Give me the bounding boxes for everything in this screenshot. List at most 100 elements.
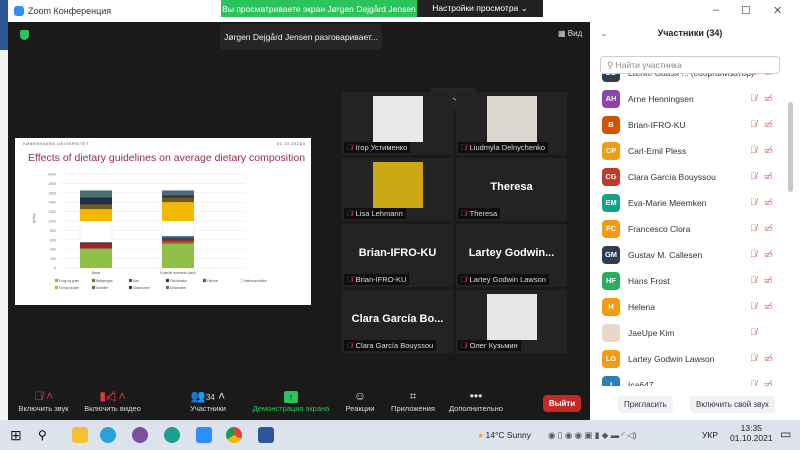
participant-list-scrollbar[interactable] — [788, 102, 793, 192]
video-tile[interactable]: Theresa 🎙̸ Theresa — [456, 158, 567, 221]
zoom-logo-icon — [14, 6, 24, 16]
search-placeholder: Найти участника — [615, 60, 682, 70]
video-tile[interactable]: Clara García Bo... 🎙̸ Clara García Bouysso… — [342, 290, 453, 353]
notifications-icon[interactable]: ▭ — [780, 427, 791, 441]
telegram-icon[interactable] — [100, 427, 116, 443]
participants-count: 34 — [205, 393, 215, 402]
share-screen-button[interactable]: ↑ Демонстрация экрана — [251, 388, 331, 413]
security-shield-icon[interactable] — [20, 30, 29, 40]
language-indicator[interactable]: УКР — [702, 430, 718, 440]
participant-item[interactable]: B Brian-IFRO-KU 🎙̸ ▭̸ — [590, 113, 786, 139]
video-tile[interactable]: 🎙̸ Ігор Устименко — [342, 92, 453, 155]
avatar: H — [602, 298, 620, 316]
participants-button[interactable]: 👥34 ˄ Участники — [183, 388, 233, 413]
legend-swatch — [91, 278, 96, 283]
maximize-button[interactable]: ☐ — [741, 4, 751, 17]
participant-item[interactable]: JaeUpe Kim 🎙̸ — [590, 321, 786, 347]
video-tile[interactable]: Brian-IFRO-KU 🎙̸ Brian-IFRO-KU — [342, 224, 453, 287]
participant-item[interactable]: CP Carl-Emil Pless 🎙̸ ▭̸ — [590, 139, 786, 165]
reactions-button[interactable]: ☺ Реакции — [340, 388, 380, 413]
legend-swatch — [165, 285, 170, 290]
legend-swatch — [239, 278, 244, 283]
chrome-icon[interactable] — [226, 427, 242, 443]
video-gallery: 🎙̸ Ігор Устименко 🎙̸ Liudmyla Delnychenko 🎙̸… — [342, 92, 568, 382]
participant-item[interactable]: LG Lærke Gausx ... (соорганизатор) 🎙̸ ▭̸ — [590, 74, 786, 87]
view-button[interactable]: ▦ Вид — [558, 29, 582, 38]
tile-name-label: 🎙̸ Lisa Lehmann — [344, 208, 406, 219]
video-tile[interactable]: 🎙̸ Lisa Lehmann — [342, 158, 453, 221]
system-tray-icons[interactable]: ◉ ▯ ◉ ◉ ▣ ▮ ◆ ▬ ◜ ◁) — [548, 430, 637, 441]
tile-display-name: Theresa — [490, 181, 533, 193]
unmute-label: Включить звук — [18, 404, 69, 413]
tile-name: Lartey Godwin Lawson — [469, 275, 546, 284]
file-explorer-icon[interactable] — [72, 427, 88, 443]
participant-photo — [487, 96, 537, 142]
view-label: Вид — [567, 29, 583, 38]
view-options-button[interactable]: Настройки просмотра ⌄ — [417, 0, 543, 17]
participant-search-input[interactable]: ⚲ Найти участника — [600, 56, 780, 74]
tile-name-label: 🎙̸ Liudmyla Delnychenko — [458, 142, 549, 153]
tile-name: Liudmyla Delnychenko — [469, 143, 546, 152]
tile-name: Олег Кузьмин — [469, 341, 518, 350]
mic-muted-icon: 🎙̸ ˄ — [33, 389, 54, 403]
avatar: AH — [602, 90, 620, 108]
participant-photo — [373, 162, 423, 208]
apps-label: Приложения — [391, 404, 435, 413]
participant-item[interactable]: CG Clara García Bouyssou 🎙̸ ▭̸ — [590, 165, 786, 191]
mic-muted-icon: 🎙̸ — [750, 379, 757, 386]
more-button[interactable]: ••• Дополнительно — [446, 388, 506, 413]
participant-item[interactable]: I Ica647 🎙̸ ▭̸ — [590, 373, 786, 386]
leave-button[interactable]: Выйти — [543, 395, 581, 412]
participant-item[interactable]: HF Hans Frost 🎙̸ ▭̸ — [590, 269, 786, 295]
legend-swatch — [165, 278, 170, 283]
participants-title: Участники (34) — [657, 28, 723, 38]
minimize-button[interactable]: – — [713, 4, 719, 16]
word-icon[interactable] — [258, 427, 274, 443]
bar-segment — [162, 202, 194, 221]
active-speaker-label: Jørgen Dejgård Jensen разговаривает... — [220, 24, 382, 50]
edge-icon[interactable] — [164, 427, 180, 443]
apps-button[interactable]: ⌗ Приложения — [388, 388, 438, 413]
legend-label: Frugt og grønt — [59, 279, 79, 283]
tile-name-label: 🎙̸ Ігор Устименко — [344, 142, 411, 153]
avatar: CP — [602, 142, 620, 160]
participant-item[interactable]: LG Lartey Godwin Lawson 🎙̸ ▭̸ — [590, 347, 786, 373]
participant-item[interactable]: GM Gustav M. Callesen 🎙̸ ▭̸ — [590, 243, 786, 269]
invite-button[interactable]: Пригласить — [618, 396, 673, 413]
mic-muted-icon: 🎙̸ — [347, 209, 353, 218]
participant-item[interactable]: FC Francesco Clora 🎙̸ ▭̸ — [590, 217, 786, 243]
avatar: LG — [602, 350, 620, 368]
mic-muted-icon: 🎙̸ — [461, 209, 467, 218]
bar-segment — [80, 204, 112, 210]
legend-swatch — [54, 278, 59, 283]
clock[interactable]: 13:35 01.10.2021 — [730, 423, 773, 443]
close-button[interactable]: ✕ — [773, 4, 782, 17]
y-tick-label: 2000 — [48, 173, 56, 177]
video-tile[interactable]: Lartey Godwin... 🎙̸ Lartey Godwin Lawson — [456, 224, 567, 287]
participant-item[interactable]: H Helena 🎙̸ ▭̸ — [590, 295, 786, 321]
video-tile[interactable]: 🎙̸ Олег Кузьмин — [456, 290, 567, 353]
video-off-icon: ▭̸ — [764, 249, 773, 259]
zoom-taskbar-icon[interactable] — [196, 427, 212, 443]
participant-item[interactable]: EM Eva-Marie Meemken 🎙̸ ▭̸ — [590, 191, 786, 217]
participant-name: Arne Henningsen — [628, 94, 694, 104]
viber-icon[interactable] — [132, 427, 148, 443]
start-video-button[interactable]: ▮◁̸ ˄ Включить видео — [80, 388, 145, 413]
bar-segment — [80, 242, 112, 244]
unmute-self-button[interactable]: Включить свой звук — [690, 396, 775, 413]
window-title: Zoom Конференция — [28, 6, 112, 16]
unmute-button[interactable]: 🎙̸ ˄ Включить звук — [16, 388, 71, 413]
video-off-icon: ▭̸ — [764, 275, 773, 285]
shared-screen[interactable]: KØBENHAVNS UNIVERSITET 01.10.2021 14 Eff… — [15, 138, 311, 305]
video-off-icon: ▭̸ — [764, 301, 773, 311]
search-taskbar-icon[interactable]: ⚲ — [38, 427, 54, 443]
participants-icon: 👥34 ˄ — [190, 389, 226, 403]
start-icon[interactable]: ⊞ — [10, 427, 26, 443]
participant-item[interactable]: AH Arne Henningsen 🎙̸ ▭̸ — [590, 87, 786, 113]
video-tile[interactable]: 🎙̸ Liudmyla Delnychenko — [456, 92, 567, 155]
meeting-toolbar: 🎙̸ ˄ Включить звук ▮◁̸ ˄ Включить видео 👥3… — [8, 385, 590, 420]
avatar: B — [602, 116, 620, 134]
weather-widget[interactable]: ● 14°C Sunny — [478, 430, 531, 440]
tile-name-label: 🎙̸ Brian-IFRO-KU — [344, 274, 410, 285]
stacked-bar-chart: 0 200 400 600 800 1000 1200 1400 1600 1800 2000 g/d… — [31, 173, 268, 291]
